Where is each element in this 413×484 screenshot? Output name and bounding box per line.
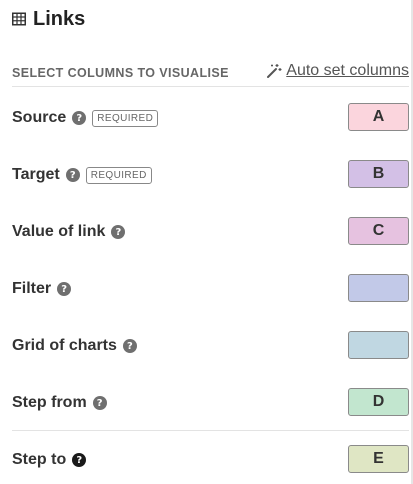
column-select-grid-of-charts[interactable] <box>348 331 409 359</box>
row-label: Value of link <box>12 223 106 240</box>
row-label-group: Target ? REQUIRED <box>12 166 152 184</box>
column-select-value-of-link[interactable]: C <box>348 217 409 245</box>
row-label: Grid of charts <box>12 337 117 354</box>
column-row-filter: Filter ? <box>12 274 409 304</box>
row-divider <box>12 430 409 431</box>
column-row-source: Source ? REQUIRED A <box>12 103 409 133</box>
column-row-target: Target ? REQUIRED B <box>12 160 409 190</box>
magic-wand-icon <box>267 64 282 78</box>
row-label-group: Step to ? <box>12 451 87 469</box>
auto-set-columns-link[interactable]: Auto set columns <box>266 62 409 80</box>
required-badge: REQUIRED <box>92 109 159 127</box>
section-header: SELECT COLUMNS TO VISUALISE Auto set col… <box>12 58 409 87</box>
row-label-group: Value of link ? <box>12 223 126 241</box>
row-label-group: Filter ? <box>12 280 72 298</box>
column-select-source[interactable]: A <box>348 103 409 131</box>
column-select-step-to[interactable]: E <box>348 445 409 473</box>
question-circle-icon[interactable]: ? <box>65 168 80 182</box>
column-row-step-to: Step to ? E <box>12 445 409 475</box>
required-badge: REQUIRED <box>85 166 152 184</box>
panel-title: Links <box>33 7 86 30</box>
question-circle-icon[interactable]: ? <box>72 453 87 467</box>
row-label: Step to <box>12 451 67 468</box>
row-label: Filter <box>12 280 52 297</box>
row-label-group: Step from ? <box>12 394 107 412</box>
column-row-step-from: Step from ? D <box>12 388 409 418</box>
auto-set-columns-label: Auto set columns <box>286 62 409 79</box>
row-label: Target <box>12 166 60 183</box>
row-label: Source <box>12 109 67 126</box>
question-circle-icon[interactable]: ? <box>72 111 87 125</box>
column-row-grid-of-charts: Grid of charts ? <box>12 331 409 361</box>
question-circle-icon[interactable]: ? <box>111 225 126 239</box>
section-label: SELECT COLUMNS TO VISUALISE <box>12 66 229 80</box>
links-column-panel: Links SELECT COLUMNS TO VISUALISE Auto s… <box>0 0 413 484</box>
question-circle-icon[interactable]: ? <box>122 339 137 353</box>
row-label-group: Source ? REQUIRED <box>12 109 159 127</box>
question-circle-icon[interactable]: ? <box>92 396 107 410</box>
panel-header: Links <box>12 7 85 31</box>
question-circle-icon[interactable]: ? <box>57 282 72 296</box>
row-label: Step from <box>12 394 87 411</box>
column-row-value-of-link: Value of link ? C <box>12 217 409 247</box>
column-select-step-from[interactable]: D <box>348 388 409 416</box>
column-select-target[interactable]: B <box>348 160 409 188</box>
table-icon <box>12 12 26 26</box>
row-label-group: Grid of charts ? <box>12 337 137 355</box>
column-select-filter[interactable] <box>348 274 409 302</box>
